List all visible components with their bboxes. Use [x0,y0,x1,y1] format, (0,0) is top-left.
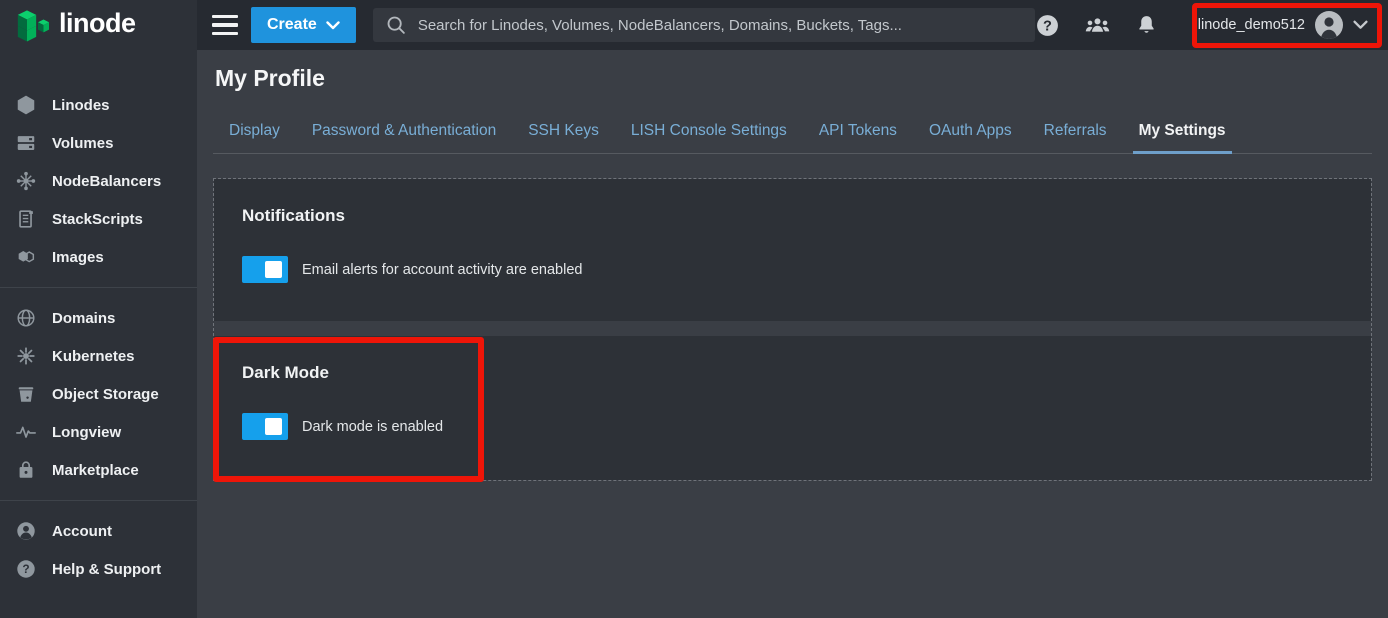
tab-display[interactable]: Display [213,109,296,153]
dark-mode-toggle-label: Dark mode is enabled [302,419,443,435]
linode-logo[interactable]: linode [0,0,197,50]
toggle-knob [265,261,282,278]
linode-logo-icon [16,6,49,44]
bell-icon[interactable] [1135,13,1158,37]
main-content: My Profile Display Password & Authentica… [197,50,1388,618]
dark-mode-section: Dark Mode Dark mode is enabled [214,336,1371,480]
dark-mode-toggle[interactable] [242,413,288,440]
stackscripts-scroll-icon [15,208,37,230]
email-alerts-toggle-label: Email alerts for account activity are en… [302,262,582,278]
linode-logo-text: linode [59,10,136,41]
search-input[interactable] [418,17,1023,34]
sidebar-divider [0,287,197,288]
sidebar-item-stackscripts[interactable]: StackScripts [0,200,197,238]
topbar: linode Create ? [0,0,1388,50]
sidebar-item-images[interactable]: Images [0,238,197,276]
panel-gap [214,321,1371,336]
settings-panels: Notifications Email alerts for account a… [213,178,1372,481]
sidebar-item-object-storage[interactable]: Object Storage [0,375,197,413]
search-icon [385,14,407,36]
account-person-icon [15,520,37,542]
page-title: My Profile [215,63,1388,93]
sidebar-item-volumes[interactable]: Volumes [0,124,197,162]
tab-lish-console-settings[interactable]: LISH Console Settings [615,109,803,153]
bucket-icon [15,383,37,405]
notifications-section: Notifications Email alerts for account a… [214,179,1371,321]
svg-text:?: ? [1043,18,1052,34]
pulse-icon [15,421,37,443]
sidebar-item-longview[interactable]: Longview [0,413,197,451]
sidebar-item-help-support[interactable]: ? Help & Support [0,550,197,588]
tab-my-settings[interactable]: My Settings [1123,109,1242,153]
create-button[interactable]: Create [251,7,356,43]
help-circle-icon: ? [15,558,37,580]
sidebar-group-compute: Linodes Volumes NodeBalancers [0,86,197,276]
username: linode_demo512 [1198,17,1305,33]
sidebar: Linodes Volumes NodeBalancers [0,50,197,618]
sidebar-divider [0,500,197,501]
images-hexagons-icon [15,246,37,268]
user-menu[interactable]: linode_demo512 [1182,4,1380,46]
shopping-bag-icon [15,459,37,481]
sidebar-item-account[interactable]: Account [0,512,197,550]
volumes-drives-icon [15,132,37,154]
tab-oauth-apps[interactable]: OAuth Apps [913,109,1028,153]
tab-ssh-keys[interactable]: SSH Keys [512,109,615,153]
email-alerts-toggle[interactable] [242,256,288,283]
create-button-label: Create [267,16,317,34]
chevron-down-icon [1353,20,1368,30]
tab-referrals[interactable]: Referrals [1028,109,1123,153]
topbar-icons: ? linode_demo512 [1035,4,1388,46]
sidebar-item-kubernetes[interactable]: Kubernetes [0,337,197,375]
toggle-knob [265,418,282,435]
linode-cloud-manager: linode Create ? [0,0,1388,618]
avatar [1314,10,1344,40]
sidebar-group-services: Domains Kubernetes [0,299,197,489]
sidebar-item-linodes[interactable]: Linodes [0,86,197,124]
community-icon[interactable] [1084,13,1111,37]
kubernetes-helm-icon [15,345,37,367]
nodebalancer-hub-icon [15,170,37,192]
search-bar[interactable] [373,8,1035,42]
help-icon[interactable]: ? [1035,13,1060,38]
linode-hexagon-icon [15,94,37,116]
sidebar-group-account: Account ? Help & Support [0,512,197,588]
chevron-down-icon [326,21,340,30]
svg-text:?: ? [22,562,29,576]
sidebar-item-nodebalancers[interactable]: NodeBalancers [0,162,197,200]
tab-password-authentication[interactable]: Password & Authentication [296,109,512,153]
globe-icon [15,307,37,329]
tab-api-tokens[interactable]: API Tokens [803,109,913,153]
notifications-section-title: Notifications [242,206,1343,226]
profile-tabs: Display Password & Authentication SSH Ke… [213,109,1372,154]
dark-mode-section-title: Dark Mode [242,363,1343,383]
sidebar-item-domains[interactable]: Domains [0,299,197,337]
menu-icon[interactable] [212,15,238,35]
sidebar-item-marketplace[interactable]: Marketplace [0,451,197,489]
